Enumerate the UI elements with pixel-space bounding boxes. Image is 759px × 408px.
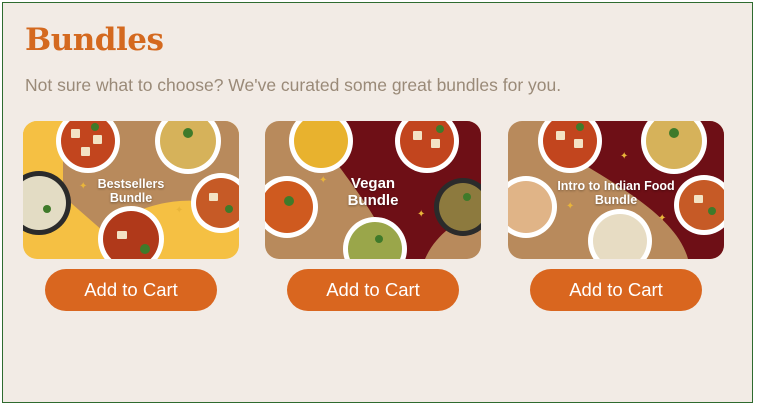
bundle-label-line1: Intro to Indian Food (557, 179, 675, 193)
bundle-label-bestsellers: Bestsellers Bundle (23, 177, 239, 206)
bundle-label-line2: Bundle (109, 191, 153, 206)
section-subtitle: Not sure what to choose? We've curated s… (25, 75, 562, 95)
bundle-label-line1: Bestsellers (97, 177, 165, 191)
bundle-card-intro-indian-food[interactable]: ✦ ✦ ✦ Intro to Indian Food Bundle (508, 121, 724, 259)
bundle-label-line1: Vegan (350, 175, 396, 192)
add-to-cart-button-vegan[interactable]: Add to Cart (287, 269, 459, 311)
bundle-label-line2: Bundle (594, 193, 638, 208)
add-to-cart-button-intro-indian-food[interactable]: Add to Cart (530, 269, 702, 311)
bundle-label-line2: Bundle (347, 192, 399, 210)
bundles-section: Bundles Not sure what to choose? We've c… (2, 2, 753, 403)
svg-text:✦: ✦ (620, 151, 628, 162)
section-title: Bundles (25, 22, 164, 58)
bundle-card-vegan[interactable]: ✦ ✦ Vegan Bundle (265, 121, 481, 259)
bundle-label-intro-indian-food: Intro to Indian Food Bundle (508, 179, 724, 208)
bundle-label-vegan: Vegan Bundle (265, 175, 481, 210)
add-to-cart-button-bestsellers[interactable]: Add to Cart (45, 269, 217, 311)
svg-text:✦: ✦ (417, 209, 425, 220)
svg-text:✦: ✦ (175, 205, 183, 216)
bundle-card-bestsellers[interactable]: ✦ ✦ Bestsellers Bundle (23, 121, 239, 259)
svg-text:✦: ✦ (658, 213, 666, 224)
